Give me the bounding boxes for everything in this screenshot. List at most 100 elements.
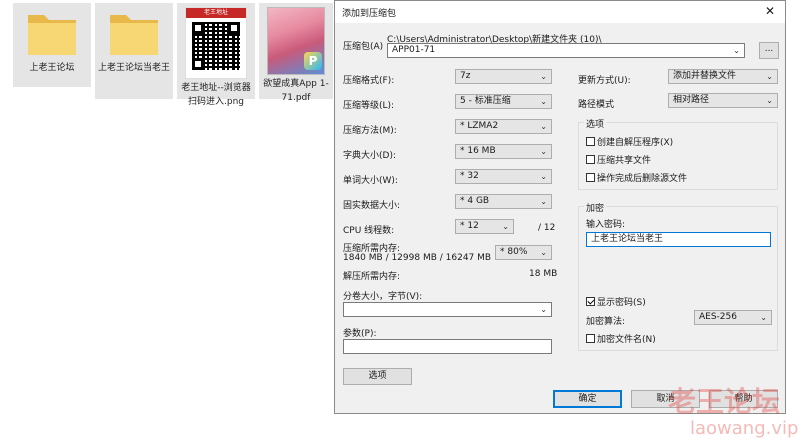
threads-max: / 12 xyxy=(538,223,556,233)
chevron-down-icon: ⌄ xyxy=(766,96,773,105)
encryption-group-title: 加密 xyxy=(584,201,607,214)
encryption-method-value: AES-256 xyxy=(699,312,737,322)
encrypt-names-checkbox[interactable]: 加密文件名(N) xyxy=(586,332,656,345)
threads-select[interactable]: * 12 ⌄ xyxy=(455,219,514,234)
chevron-down-icon: ⌄ xyxy=(540,172,547,181)
params-label: 参数(P): xyxy=(343,329,377,339)
qr-corner xyxy=(192,58,204,70)
qr-corner xyxy=(192,22,204,34)
chevron-down-icon: ⌄ xyxy=(760,313,767,322)
chevron-down-icon: ⌄ xyxy=(540,97,547,106)
encryption-group: 加密 输入密码: 上老王论坛当老王 显示密码(S) 加密算法: AES-256 … xyxy=(578,201,778,351)
format-select[interactable]: 7z ⌄ xyxy=(455,69,552,84)
title-bar: 添加到压缩包 ✕ xyxy=(335,1,785,23)
show-password-label: 显示密码(S) xyxy=(597,298,646,308)
desktop-pdf-file[interactable]: P 欲望成真App 1-71.pdf xyxy=(259,3,333,103)
password-input[interactable]: 上老王论坛当老王 xyxy=(586,232,771,247)
format-value: 7z xyxy=(460,71,471,81)
folder-icon xyxy=(28,15,76,55)
add-to-archive-dialog: 添加到压缩包 ✕ 压缩包(A) C:\Users\Administrator\D… xyxy=(334,0,786,414)
method-value: * LZMA2 xyxy=(460,121,499,131)
dict-value: * 16 MB xyxy=(460,146,496,156)
desktop-png-file[interactable]: 老王地址 老王地址--浏览器扫码进入.png xyxy=(177,3,255,107)
volume-combo[interactable]: ⌄ xyxy=(343,302,552,317)
update-label: 更新方式(U): xyxy=(578,76,631,86)
archive-name-combo[interactable]: APP01-71 ⌄ xyxy=(387,43,745,58)
threads-label: CPU 线程数: xyxy=(343,226,395,236)
update-select[interactable]: 添加并替换文件 ⌄ xyxy=(668,69,778,84)
encrypt-names-label: 加密文件名(N) xyxy=(597,335,656,345)
checkbox-box xyxy=(586,137,595,146)
chevron-down-icon: ⌄ xyxy=(540,72,547,81)
delete-checkbox[interactable]: 操作完成后删除源文件 xyxy=(586,171,687,184)
folder-icon xyxy=(110,15,158,55)
delete-label: 操作完成后删除源文件 xyxy=(597,174,688,184)
checkbox-box xyxy=(586,297,595,306)
sfx-checkbox[interactable]: 创建自解压程序(X) xyxy=(586,135,673,148)
mem-decompress-value: 18 MB xyxy=(529,269,558,279)
chevron-down-icon: ⌄ xyxy=(540,305,547,314)
shared-label: 压缩共享文件 xyxy=(597,156,652,166)
dict-select[interactable]: * 16 MB ⌄ xyxy=(455,144,552,159)
chevron-down-icon: ⌄ xyxy=(540,197,547,206)
sfx-label: 创建自解压程序(X) xyxy=(597,138,674,148)
level-select[interactable]: 5 - 标准压缩 ⌄ xyxy=(455,94,552,109)
update-value: 添加并替换文件 xyxy=(673,71,737,81)
solid-value: * 4 GB xyxy=(460,196,490,206)
archive-label: 压缩包(A) xyxy=(343,42,384,52)
desktop-label: 欲望成真App 1-71.pdf xyxy=(263,79,329,103)
method-label: 压缩方法(M): xyxy=(343,126,397,136)
archive-name-value: APP01-71 xyxy=(392,45,436,55)
chevron-down-icon: ⌄ xyxy=(540,147,547,156)
ok-button[interactable]: 确定 xyxy=(553,390,622,408)
volume-label: 分卷大小，字节(V): xyxy=(343,292,423,302)
options-button[interactable]: 选项 xyxy=(343,368,412,385)
options-group: 选项 创建自解压程序(X) 压缩共享文件 操作完成后删除源文件 xyxy=(578,117,778,190)
checkbox-box xyxy=(586,334,595,343)
desktop-folder-2[interactable]: 上老王论坛当老王 xyxy=(95,3,173,99)
mem-compress-value: * 80% xyxy=(500,247,528,257)
level-value: 5 - 标准压缩 xyxy=(460,96,511,106)
desktop-label: 上老王论坛 xyxy=(29,63,75,73)
path-mode-label: 路径模式 xyxy=(578,100,615,110)
checkbox-box xyxy=(586,155,595,164)
watermark-logo: 老王论坛 xyxy=(668,385,781,418)
solid-label: 固实数据大小: xyxy=(343,201,401,211)
checkbox-box xyxy=(586,173,595,182)
format-label: 压缩格式(F): xyxy=(343,76,395,86)
mem-decompress-label: 解压所需内存: xyxy=(343,272,401,282)
watermark-url: laowang.vip xyxy=(690,418,799,439)
qr-code-thumbnail: 老王地址 xyxy=(185,7,247,79)
chevron-down-icon: ⌄ xyxy=(540,248,547,257)
params-input[interactable] xyxy=(343,339,552,354)
word-select[interactable]: * 32 ⌄ xyxy=(455,169,552,184)
shared-checkbox[interactable]: 压缩共享文件 xyxy=(586,153,651,166)
threads-value: * 12 xyxy=(460,221,479,231)
method-select[interactable]: * LZMA2 ⌄ xyxy=(455,119,552,134)
mem-compress-select[interactable]: * 80% ⌄ xyxy=(495,245,552,260)
word-label: 单词大小(W): xyxy=(343,176,398,186)
chevron-down-icon: ⌄ xyxy=(540,122,547,131)
pdf-thumbnail: P xyxy=(267,7,325,75)
chevron-down-icon: ⌄ xyxy=(766,72,773,81)
word-value: * 32 xyxy=(460,171,479,181)
encryption-method-label: 加密算法: xyxy=(586,317,626,327)
desktop-label: 上老王论坛当老王 xyxy=(98,63,171,73)
password-label: 输入密码: xyxy=(586,220,626,230)
solid-select[interactable]: * 4 GB ⌄ xyxy=(455,194,552,209)
close-icon[interactable]: ✕ xyxy=(763,4,777,18)
path-mode-select[interactable]: 相对路径 ⌄ xyxy=(668,93,778,108)
show-password-checkbox[interactable]: 显示密码(S) xyxy=(586,295,646,308)
mem-compress-detail: 1840 MB / 12998 MB / 16247 MB xyxy=(343,253,492,263)
chevron-down-icon: ⌄ xyxy=(502,222,509,231)
qr-corner xyxy=(228,22,240,34)
dict-label: 字典大小(D): xyxy=(343,151,396,161)
browse-button[interactable]: ... xyxy=(759,42,779,59)
encryption-method-select[interactable]: AES-256 ⌄ xyxy=(694,310,772,325)
desktop-folder-1[interactable]: 上老王论坛 xyxy=(13,3,91,87)
qr-header: 老王地址 xyxy=(186,8,246,18)
options-group-title: 选项 xyxy=(584,117,607,130)
app-logo-icon: P xyxy=(304,52,322,70)
level-label: 压缩等级(L): xyxy=(343,101,395,111)
path-mode-value: 相对路径 xyxy=(673,95,710,105)
